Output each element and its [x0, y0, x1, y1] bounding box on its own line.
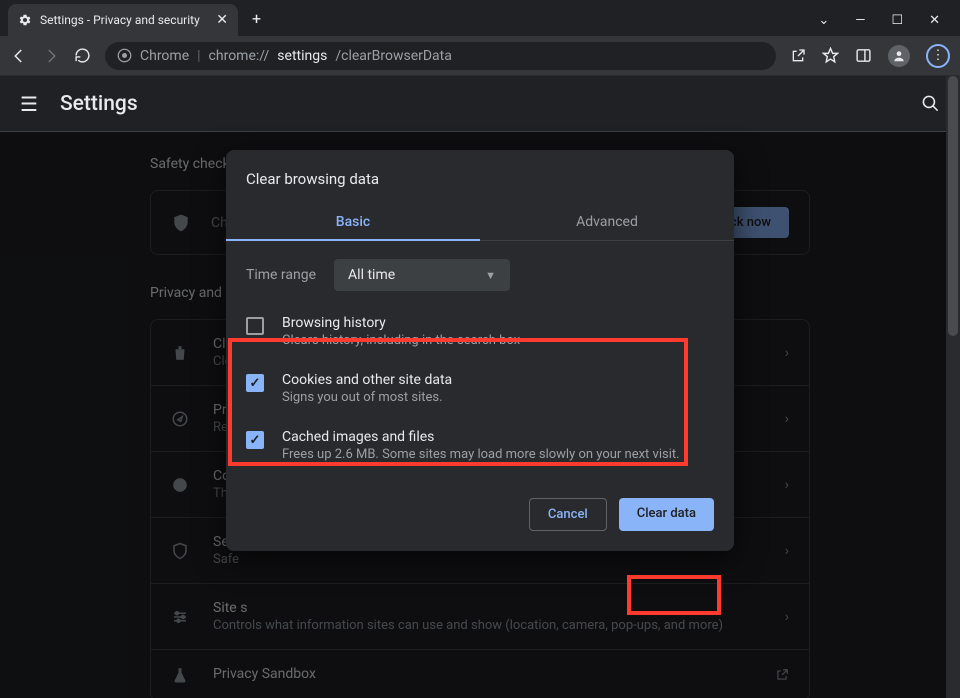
row-site-settings[interactable]: Site s Controls what information sites c… [151, 584, 809, 650]
minimize-button[interactable]: ― [855, 13, 865, 28]
chrome-icon [117, 48, 132, 63]
window-titlebar: Settings - Privacy and security ✕ + ⌄ ― … [0, 0, 960, 36]
toolbar: Chrome | chrome:// settings/clearBrowserD… [0, 36, 960, 76]
reload-button[interactable] [74, 47, 91, 64]
shield-icon [171, 542, 191, 560]
gear-icon [18, 13, 32, 27]
tab-basic[interactable]: Basic [226, 204, 480, 240]
checkbox-browsing-history[interactable] [246, 317, 264, 335]
page-title: Settings [60, 92, 138, 116]
share-icon[interactable] [790, 48, 806, 64]
cancel-button[interactable]: Cancel [529, 498, 607, 531]
clear-data-button[interactable]: Clear data [619, 498, 714, 531]
url-separator: | [197, 48, 200, 64]
settings-header: ☰ Settings [0, 76, 960, 132]
option-subtitle: Frees up 2.6 MB. Some sites may load mor… [282, 447, 680, 462]
chevron-right-icon: › [785, 345, 789, 361]
row-title: Privacy Sandbox [213, 666, 753, 682]
back-button[interactable] [10, 47, 28, 65]
close-window-button[interactable]: ✕ [929, 13, 940, 28]
option-cached[interactable]: Cached images and files Frees up 2.6 MB.… [226, 417, 734, 474]
dialog-title: Clear browsing data [226, 150, 734, 204]
time-range-label: Time range [246, 267, 316, 283]
toolbar-actions: ⋮ [790, 44, 950, 68]
option-title: Cookies and other site data [282, 372, 452, 388]
browser-menu-button[interactable]: ⋮ [926, 44, 950, 68]
checkbox-cookies[interactable] [246, 374, 264, 392]
option-subtitle: Clears history, including in the search … [282, 333, 520, 348]
profile-avatar[interactable] [888, 45, 910, 67]
tab-close-icon[interactable]: ✕ [216, 12, 228, 28]
url-host: settings [277, 48, 327, 64]
url-scheme-label: Chrome [140, 48, 189, 64]
maximize-button[interactable]: ☐ [891, 13, 903, 28]
option-cookies[interactable]: Cookies and other site data Signs you ou… [226, 360, 734, 417]
time-range-select[interactable]: All time ▼ [334, 259, 510, 291]
checkbox-cached[interactable] [246, 431, 264, 449]
compass-icon [171, 410, 191, 428]
bookmark-star-icon[interactable] [822, 47, 839, 64]
tab-title: Settings - Privacy and security [40, 13, 208, 27]
cookie-icon [171, 476, 191, 494]
scrollbar-thumb[interactable] [948, 76, 958, 336]
row-title: Site s [213, 600, 763, 616]
chevron-down-icon[interactable]: ⌄ [818, 13, 829, 28]
sliders-icon [171, 608, 191, 626]
clear-browsing-data-dialog: Clear browsing data Basic Advanced Time … [226, 150, 734, 551]
url-prefix: chrome:// [209, 48, 270, 64]
chevron-down-icon: ▼ [485, 269, 496, 282]
row-subtitle: Controls what information sites can use … [213, 618, 763, 633]
option-title: Browsing history [282, 315, 520, 331]
browser-tab[interactable]: Settings - Privacy and security ✕ [8, 4, 238, 36]
window-controls: ⌄ ― ☐ ✕ [818, 13, 960, 36]
search-icon[interactable] [921, 94, 940, 113]
address-bar[interactable]: Chrome | chrome:// settings/clearBrowserD… [105, 42, 776, 70]
chevron-right-icon: › [785, 477, 789, 493]
option-browsing-history[interactable]: Browsing history Clears history, includi… [226, 303, 734, 360]
flask-icon [171, 666, 191, 684]
option-subtitle: Signs you out of most sites. [282, 390, 452, 405]
dialog-actions: Cancel Clear data [226, 474, 734, 531]
new-tab-button[interactable]: + [252, 9, 261, 28]
row-privacy-sandbox[interactable]: Privacy Sandbox [151, 650, 809, 698]
trash-icon [171, 344, 191, 362]
menu-icon[interactable]: ☰ [20, 92, 38, 116]
option-title: Cached images and files [282, 429, 680, 445]
url-path: /clearBrowserData [335, 48, 452, 64]
time-range-value: All time [348, 267, 395, 283]
dialog-tabs: Basic Advanced [226, 204, 734, 241]
forward-button[interactable] [42, 47, 60, 65]
time-range-row: Time range All time ▼ [226, 241, 734, 303]
row-subtitle: Safe [213, 552, 763, 567]
side-panel-icon[interactable] [855, 47, 872, 64]
chevron-right-icon: › [785, 609, 789, 625]
chevron-right-icon: › [785, 543, 789, 559]
chevron-right-icon: › [785, 411, 789, 427]
external-link-icon [775, 668, 789, 682]
shield-check-icon [171, 213, 191, 233]
tab-advanced[interactable]: Advanced [480, 204, 734, 240]
